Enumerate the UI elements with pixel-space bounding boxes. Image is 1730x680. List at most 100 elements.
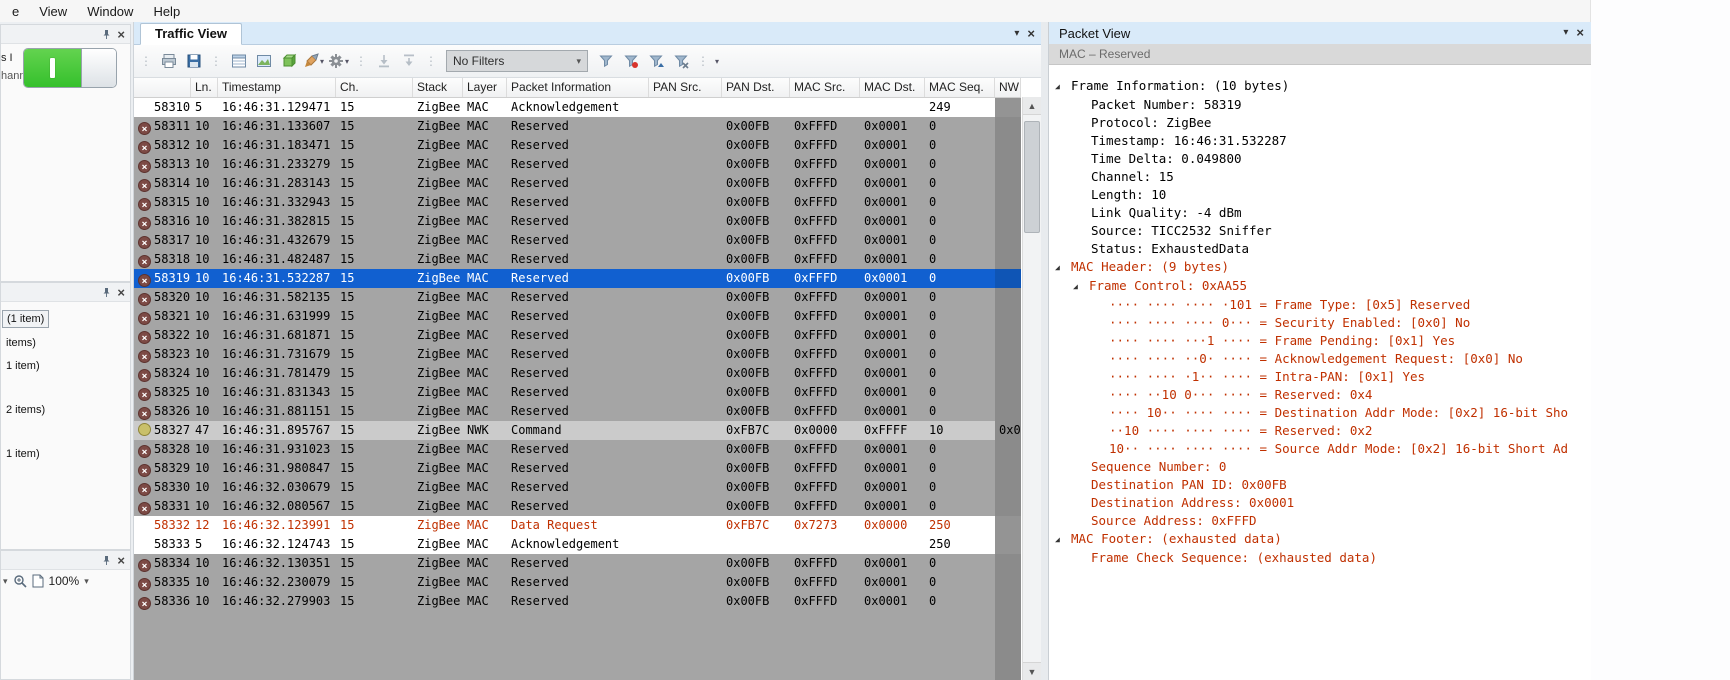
list-item[interactable]: 2 items) <box>2 402 49 418</box>
filter-apply-button[interactable] <box>594 50 617 73</box>
column-header[interactable]: MAC Dst. <box>860 78 925 97</box>
zoom-icon[interactable] <box>13 574 27 588</box>
table-row[interactable]: ×583201016:46:31.58213515ZigBeeMACReserv… <box>134 288 1021 307</box>
menu-item-window[interactable]: Window <box>77 2 143 21</box>
table-row[interactable] <box>134 668 1021 680</box>
tree-node[interactable]: ···· ···· ···· ·101 = Frame Type: [0x5] … <box>1049 296 1592 314</box>
table-row[interactable]: ×583151016:46:31.33294315ZigBeeMACReserv… <box>134 193 1021 212</box>
list-item[interactable]: 1 item) <box>2 358 44 374</box>
table-row[interactable]: 58310516:46:31.12947115ZigBeeMACAcknowle… <box>134 98 1021 117</box>
toolbar-overflow-icon[interactable]: ▾ <box>715 57 719 66</box>
save-button[interactable] <box>182 50 205 73</box>
chevron-down-icon[interactable]: ▾ <box>3 576 8 587</box>
clear-brush-button[interactable]: ▾ <box>302 50 325 73</box>
packet-list-view-button[interactable] <box>227 50 250 73</box>
close-icon[interactable]: × <box>117 28 125 41</box>
column-header[interactable]: Ch. <box>336 78 413 97</box>
tree-node[interactable]: ··10 ···· ···· ···· = Reserved: 0x2 <box>1049 422 1592 440</box>
tree-node[interactable]: Frame Check Sequence: (exhausted data) <box>1049 549 1592 567</box>
tab-traffic-view[interactable]: Traffic View <box>140 23 242 45</box>
table-row[interactable]: ×583231016:46:31.73167915ZigBeeMACReserv… <box>134 345 1021 364</box>
table-row[interactable]: ×583261016:46:31.88115115ZigBeeMACReserv… <box>134 402 1021 421</box>
expander-icon[interactable]: ◢ <box>1055 531 1071 549</box>
tree-node[interactable]: Status: ExhaustedData <box>1049 240 1592 258</box>
expander-icon[interactable]: ◢ <box>1055 78 1071 96</box>
scrollbar-thumb[interactable] <box>1024 121 1040 233</box>
column-header[interactable]: MAC Seq. <box>925 78 995 97</box>
tree-node[interactable]: Packet Number: 58319 <box>1049 96 1592 114</box>
expander-icon[interactable]: ◢ <box>1055 259 1071 277</box>
settings-gear-button[interactable]: ▾ <box>327 50 350 73</box>
tree-node[interactable]: ◢Frame Control: 0xAA55 <box>1049 277 1592 296</box>
pin-icon[interactable] <box>101 29 112 40</box>
list-item[interactable]: items) <box>2 335 40 351</box>
chevron-down-icon[interactable]: ▾ <box>84 576 89 587</box>
scroll-up-icon[interactable]: ▲ <box>1023 97 1041 115</box>
pin-icon[interactable] <box>101 287 112 298</box>
table-row[interactable]: ×583241016:46:31.78147915ZigBeeMACReserv… <box>134 364 1021 383</box>
table-row[interactable]: ×583161016:46:31.38281515ZigBeeMACReserv… <box>134 212 1021 231</box>
tree-node[interactable]: Destination PAN ID: 0x00FB <box>1049 476 1592 494</box>
tree-node[interactable]: ···· 10·· ···· ···· = Destination Addr M… <box>1049 404 1592 422</box>
table-row[interactable]: 58333516:46:32.12474315ZigBeeMACAcknowle… <box>134 535 1021 554</box>
table-row[interactable]: ×583361016:46:32.27990315ZigBeeMACReserv… <box>134 592 1021 611</box>
tree-node[interactable]: Link Quality: -4 dBm <box>1049 204 1592 222</box>
table-row[interactable]: 583274716:46:31.89576715ZigBeeNWKCommand… <box>134 421 1021 440</box>
tree-node[interactable]: 10·· ···· ···· ···· = Source Addr Mode: … <box>1049 440 1592 458</box>
table-row[interactable] <box>134 630 1021 649</box>
vertical-scrollbar[interactable]: ▲ ▼ <box>1022 97 1041 680</box>
menu-item-view[interactable]: View <box>29 2 77 21</box>
table-row[interactable]: ×583121016:46:31.18347115ZigBeeMACReserv… <box>134 136 1021 155</box>
table-row[interactable]: ×583281016:46:31.93102315ZigBeeMACReserv… <box>134 440 1021 459</box>
filter-edit-button[interactable] <box>619 50 642 73</box>
page-icon[interactable] <box>32 574 44 588</box>
tree-node[interactable]: ···· ···· ···1 ···· = Frame Pending: [0x… <box>1049 332 1592 350</box>
timeline-view-button[interactable] <box>252 50 275 73</box>
tree-node[interactable]: ···· ···· ·1·· ···· = Intra-PAN: [0x1] Y… <box>1049 368 1592 386</box>
toolbar-grip[interactable]: ⋮ <box>697 54 709 68</box>
table-row[interactable]: ×583181016:46:31.48248715ZigBeeMACReserv… <box>134 250 1021 269</box>
toolbar-grip[interactable]: ⋮ <box>210 54 222 68</box>
column-header[interactable]: PAN Dst. <box>722 78 790 97</box>
table-row[interactable]: ×583111016:46:31.13360715ZigBeeMACReserv… <box>134 117 1021 136</box>
expander-icon[interactable]: ◢ <box>1073 278 1089 296</box>
tree-node[interactable]: Source: TICC2532 Sniffer <box>1049 222 1592 240</box>
table-row[interactable]: ×583171016:46:31.43267915ZigBeeMACReserv… <box>134 231 1021 250</box>
table-row[interactable]: ×583251016:46:31.83134315ZigBeeMACReserv… <box>134 383 1021 402</box>
close-icon[interactable]: × <box>1576 25 1584 40</box>
menu-item-help[interactable]: Help <box>143 2 190 21</box>
list-item[interactable]: (1 item) <box>2 310 49 328</box>
zoom-level[interactable]: 100% <box>49 574 80 588</box>
capture-toggle[interactable] <box>23 48 117 88</box>
close-icon[interactable]: × <box>1027 26 1035 41</box>
pin-icon[interactable] <box>101 555 112 566</box>
table-row[interactable]: ×583141016:46:31.28314315ZigBeeMACReserv… <box>134 174 1021 193</box>
toolbar-grip[interactable]: ⋮ <box>355 54 367 68</box>
table-row[interactable] <box>134 649 1021 668</box>
column-header[interactable]: Stack <box>413 78 463 97</box>
close-icon[interactable]: × <box>117 554 125 567</box>
column-header[interactable]: Packet Information <box>507 78 649 97</box>
filter-up-button[interactable] <box>644 50 667 73</box>
tree-node[interactable]: ···· ··10 0··· ···· = Reserved: 0x4 <box>1049 386 1592 404</box>
list-item[interactable]: 1 item) <box>2 446 44 462</box>
toolbar-grip[interactable]: ⋮ <box>140 54 152 68</box>
close-icon[interactable]: × <box>117 286 125 299</box>
column-header[interactable]: NW <box>995 78 1021 97</box>
table-row[interactable]: ×583351016:46:32.23007915ZigBeeMACReserv… <box>134 573 1021 592</box>
print-button[interactable] <box>157 50 180 73</box>
tree-node[interactable]: ◢MAC Header: (9 bytes) <box>1049 258 1592 277</box>
tree-node[interactable]: ◢MAC Footer: (exhausted data) <box>1049 530 1592 549</box>
table-row[interactable] <box>134 611 1021 630</box>
table-row[interactable]: ×583291016:46:31.98084715ZigBeeMACReserv… <box>134 459 1021 478</box>
column-header[interactable] <box>134 78 191 97</box>
column-header[interactable]: MAC Src. <box>790 78 860 97</box>
column-header[interactable]: Layer <box>463 78 507 97</box>
panel-menu-icon[interactable]: ▾ <box>1563 27 1568 38</box>
network-cube-button[interactable] <box>277 50 300 73</box>
filter-clear-button[interactable] <box>669 50 692 73</box>
table-row[interactable]: 583321216:46:32.12399115ZigBeeMACData Re… <box>134 516 1021 535</box>
panel-menu-icon[interactable]: ▾ <box>1014 28 1019 39</box>
tree-node[interactable]: Timestamp: 16:46:31.532287 <box>1049 132 1592 150</box>
panel-splitter[interactable] <box>1041 22 1048 680</box>
